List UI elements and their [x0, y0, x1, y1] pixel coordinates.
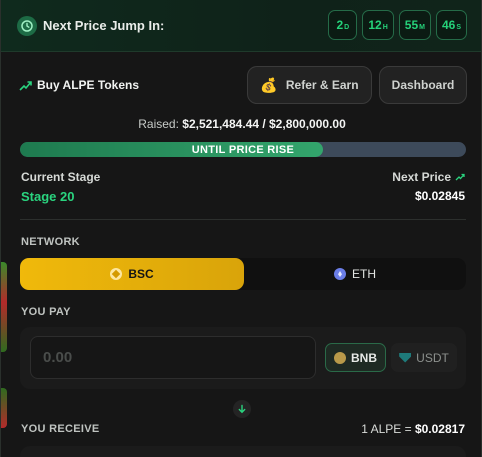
- network-option-eth[interactable]: ETH: [244, 258, 466, 290]
- pay-amount-input[interactable]: [30, 336, 316, 379]
- next-price-label: Next Price: [392, 170, 465, 184]
- buy-header: Buy ALPE Tokens 💰 Refer & Earn Dashboard: [19, 66, 467, 104]
- side-decoration-lower: [1, 388, 7, 428]
- presale-widget: Next Price Jump In: 2D 12 H 55 M 46 S Buy A…: [0, 0, 482, 457]
- bnb-coin-icon: [110, 268, 123, 280]
- dashboard-button[interactable]: Dashboard: [379, 66, 467, 104]
- countdown-title: Next Price Jump In:: [43, 18, 165, 33]
- trending-arrow-icon: [19, 80, 32, 91]
- money-bag-icon: 💰: [260, 76, 278, 93]
- bnb-icon: [334, 351, 346, 364]
- arrow-down-icon: [238, 404, 246, 414]
- network-label: NETWORK: [21, 236, 80, 248]
- raise-progress-bar: UNTIL PRICE RISE: [20, 142, 466, 157]
- network-option-bsc[interactable]: BSC: [20, 258, 244, 290]
- usdt-icon: [399, 352, 412, 363]
- you-pay-label: YOU PAY: [21, 306, 71, 318]
- progress-label: UNTIL PRICE RISE: [191, 143, 295, 156]
- next-price-value: $0.02845: [414, 189, 465, 203]
- swap-direction-button[interactable]: [233, 400, 251, 418]
- raised-summary: Raised: $2,521,484.44 / $2,800,000.00: [138, 117, 346, 131]
- divider: [20, 219, 466, 220]
- trending-up-icon: [455, 173, 465, 181]
- network-selector: BSC ETH: [20, 258, 466, 290]
- token-option-usdt[interactable]: USDT: [391, 343, 457, 372]
- ethereum-icon: [334, 268, 346, 280]
- pay-panel: BNB USDT: [20, 327, 466, 389]
- token-option-bnb[interactable]: BNB: [325, 343, 386, 372]
- timer-seconds: 46 S: [435, 10, 467, 40]
- current-stage-label: Current Stage: [21, 170, 101, 184]
- timer-minutes: 55 M: [398, 10, 431, 40]
- timer-hours: 12 H: [362, 10, 394, 40]
- refer-earn-button[interactable]: 💰 Refer & Earn: [247, 66, 372, 104]
- countdown-bar: Next Price Jump In: 2D 12 H 55 M 46 S: [1, 0, 481, 52]
- receive-panel: [20, 446, 466, 457]
- timer-days: 2D: [328, 10, 358, 40]
- raised-amount: $2,521,484.44 / $2,800,000.00: [182, 117, 346, 131]
- countdown-timer: 2D 12 H 55 M 46 S: [328, 10, 467, 40]
- you-receive-label: YOU RECEIVE: [21, 423, 100, 435]
- side-decoration: [1, 262, 7, 352]
- exchange-rate: 1 ALPE = $0.02817: [361, 422, 465, 436]
- clock-icon: [17, 15, 37, 36]
- buy-title: Buy ALPE Tokens: [19, 78, 139, 92]
- current-stage-value: Stage 20: [21, 189, 75, 204]
